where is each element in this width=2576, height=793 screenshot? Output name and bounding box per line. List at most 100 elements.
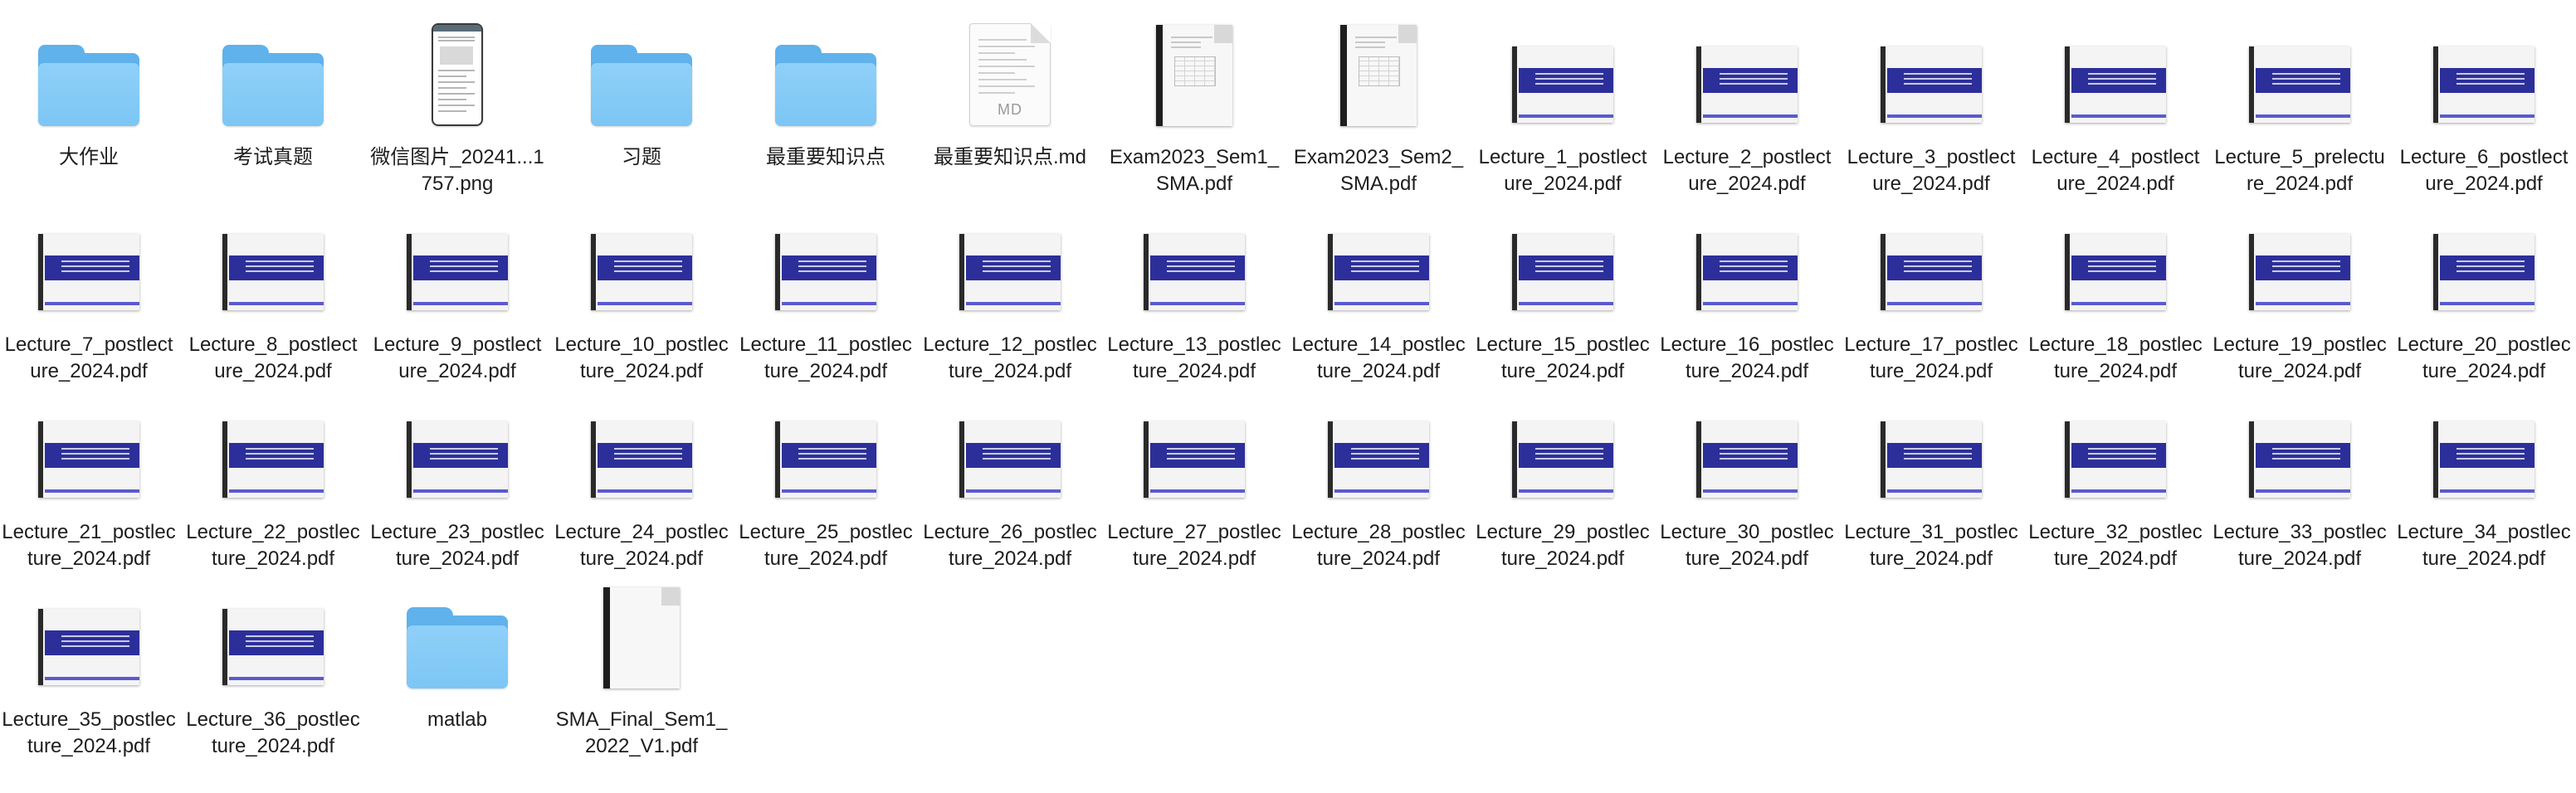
slide-text-line xyxy=(1904,78,1972,80)
file-item[interactable]: Lecture_36_postlecture_2024.pdf xyxy=(186,584,360,765)
slide-spine xyxy=(775,421,780,498)
slide-spine xyxy=(38,234,43,310)
file-item[interactable]: Lecture_6_postlecture_2024.pdf xyxy=(2397,22,2571,202)
image-text-line xyxy=(438,93,475,95)
file-icon-wrap xyxy=(927,209,1093,317)
file-item[interactable]: Lecture_35_postlecture_2024.pdf xyxy=(2,584,176,765)
file-item[interactable]: Lecture_5_prelecture_2024.pdf xyxy=(2213,22,2387,202)
slide-text-line xyxy=(2088,78,2156,80)
slide-text-line xyxy=(798,448,866,450)
file-item[interactable]: Lecture_7_postlecture_2024.pdf xyxy=(2,209,176,390)
slide-text-line xyxy=(246,458,314,460)
slide-spine xyxy=(1328,234,1333,310)
file-item[interactable]: Lecture_25_postlecture_2024.pdf xyxy=(739,396,913,577)
file-icon-wrap xyxy=(190,396,356,504)
slide-footer-bar xyxy=(782,302,876,305)
slide-text-line xyxy=(246,635,314,637)
file-item[interactable]: Lecture_20_postlecture_2024.pdf xyxy=(2397,209,2571,390)
file-icon-wrap xyxy=(2401,22,2567,129)
file-item[interactable]: Lecture_34_postlecture_2024.pdf xyxy=(2397,396,2571,577)
file-item[interactable]: Lecture_24_postlecture_2024.pdf xyxy=(554,396,729,577)
file-item[interactable]: Lecture_1_postlecture_2024.pdf xyxy=(1476,22,1650,202)
file-item[interactable]: Lecture_29_postlecture_2024.pdf xyxy=(1476,396,1650,577)
file-item[interactable]: Exam2023_Sem1_SMA.pdf xyxy=(1107,22,1281,202)
file-item[interactable]: Lecture_32_postlecture_2024.pdf xyxy=(2028,396,2203,577)
file-item[interactable]: Lecture_12_postlecture_2024.pdf xyxy=(923,209,1097,390)
slide-spine xyxy=(407,234,412,310)
file-icon-wrap xyxy=(2217,22,2383,129)
file-item[interactable]: 最重要知识点 xyxy=(739,22,913,202)
file-item[interactable]: Lecture_31_postlecture_2024.pdf xyxy=(1844,396,2018,577)
pdf-slide-thumbnail-icon xyxy=(2433,421,2535,498)
file-name-label: Lecture_21_postlecture_2024.pdf xyxy=(2,521,176,570)
file-icon-wrap xyxy=(2032,22,2198,129)
file-item[interactable]: Lecture_11_postlecture_2024.pdf xyxy=(739,209,913,390)
slide-title-banner xyxy=(2071,443,2166,468)
file-item[interactable]: Lecture_2_postlecture_2024.pdf xyxy=(1660,22,1834,202)
file-item[interactable]: Lecture_15_postlecture_2024.pdf xyxy=(1476,209,1650,390)
pdf-slide-thumbnail-icon xyxy=(2065,46,2166,123)
file-item[interactable]: SMA_Final_Sem1_2022_V1.pdf xyxy=(554,584,729,765)
file-item[interactable]: 大作业 xyxy=(2,22,176,202)
file-item[interactable]: MD 最重要知识点.md xyxy=(923,22,1097,202)
slide-text-line xyxy=(983,458,1051,460)
image-thumbnail-icon xyxy=(432,23,483,126)
slide-footer-bar xyxy=(413,302,508,305)
file-item[interactable]: Lecture_8_postlecture_2024.pdf xyxy=(186,209,360,390)
file-item[interactable]: Lecture_28_postlecture_2024.pdf xyxy=(1291,396,1466,577)
file-name-label: Lecture_18_postlecture_2024.pdf xyxy=(2028,333,2203,382)
slide-text-line xyxy=(2272,73,2340,75)
folder-front xyxy=(222,63,324,126)
slide-spine xyxy=(959,234,964,310)
file-icon-wrap xyxy=(6,209,172,317)
file-icon-wrap xyxy=(1664,22,1830,129)
file-icon-wrap xyxy=(927,396,1093,504)
file-item[interactable]: Lecture_13_postlecture_2024.pdf xyxy=(1107,209,1281,390)
file-item[interactable]: 考试真题 xyxy=(186,22,360,202)
slide-spine xyxy=(1512,421,1517,498)
file-item[interactable]: Lecture_19_postlecture_2024.pdf xyxy=(2213,209,2387,390)
file-item[interactable]: Lecture_10_postlecture_2024.pdf xyxy=(554,209,729,390)
file-icon-wrap: MD xyxy=(927,22,1093,129)
file-item[interactable]: matlab xyxy=(370,584,544,765)
slide-text-line xyxy=(1720,260,1788,262)
file-item[interactable]: Lecture_21_postlecture_2024.pdf xyxy=(2,396,176,577)
document-spine xyxy=(1156,25,1163,126)
file-item[interactable]: Lecture_14_postlecture_2024.pdf xyxy=(1291,209,1466,390)
slide-text-line xyxy=(1167,453,1235,455)
pdf-slide-thumbnail-icon xyxy=(222,609,324,685)
file-name-label: Lecture_33_postlecture_2024.pdf xyxy=(2213,521,2387,570)
file-item[interactable]: Lecture_4_postlecture_2024.pdf xyxy=(2028,22,2203,202)
file-icon-wrap xyxy=(743,209,909,317)
file-item[interactable]: Lecture_16_postlecture_2024.pdf xyxy=(1660,209,1834,390)
slide-text-line xyxy=(1904,270,1972,272)
file-item[interactable]: Lecture_33_postlecture_2024.pdf xyxy=(2213,396,2387,577)
slide-text-line xyxy=(614,260,682,262)
slide-footer-bar xyxy=(2440,114,2535,118)
slide-spine xyxy=(591,234,596,310)
file-item[interactable]: Exam2023_Sem2_SMA.pdf xyxy=(1291,22,1466,202)
file-icon-wrap xyxy=(559,584,724,692)
slide-spine xyxy=(2065,421,2070,498)
file-item[interactable]: Lecture_26_postlecture_2024.pdf xyxy=(923,396,1097,577)
file-item[interactable]: Lecture_23_postlecture_2024.pdf xyxy=(370,396,544,577)
file-name-label: Lecture_31_postlecture_2024.pdf xyxy=(1844,521,2018,570)
slide-title-banner xyxy=(1703,68,1798,93)
slide-spine xyxy=(2433,234,2438,310)
file-item[interactable]: Lecture_30_postlecture_2024.pdf xyxy=(1660,396,1834,577)
slide-text-line xyxy=(1535,453,1603,455)
slide-text-line xyxy=(1351,265,1419,267)
file-name-label: Lecture_34_postlecture_2024.pdf xyxy=(2397,521,2571,570)
file-item[interactable]: Lecture_3_postlecture_2024.pdf xyxy=(1844,22,2018,202)
file-item[interactable]: Lecture_27_postlecture_2024.pdf xyxy=(1107,396,1281,577)
file-item[interactable]: Lecture_17_postlecture_2024.pdf xyxy=(1844,209,2018,390)
slide-text-line xyxy=(1351,448,1419,450)
slide-text-line xyxy=(2088,260,2156,262)
file-item[interactable]: Lecture_9_postlecture_2024.pdf xyxy=(370,209,544,390)
file-item[interactable]: Lecture_18_postlecture_2024.pdf xyxy=(2028,209,2203,390)
file-name-label: Lecture_32_postlecture_2024.pdf xyxy=(2028,521,2203,570)
file-item[interactable]: Lecture_22_postlecture_2024.pdf xyxy=(186,396,360,577)
file-item[interactable]: 习题 xyxy=(554,22,729,202)
pdf-slide-thumbnail-icon xyxy=(38,609,139,685)
file-item[interactable]: 微信图片_20241...1757.png xyxy=(370,22,544,202)
